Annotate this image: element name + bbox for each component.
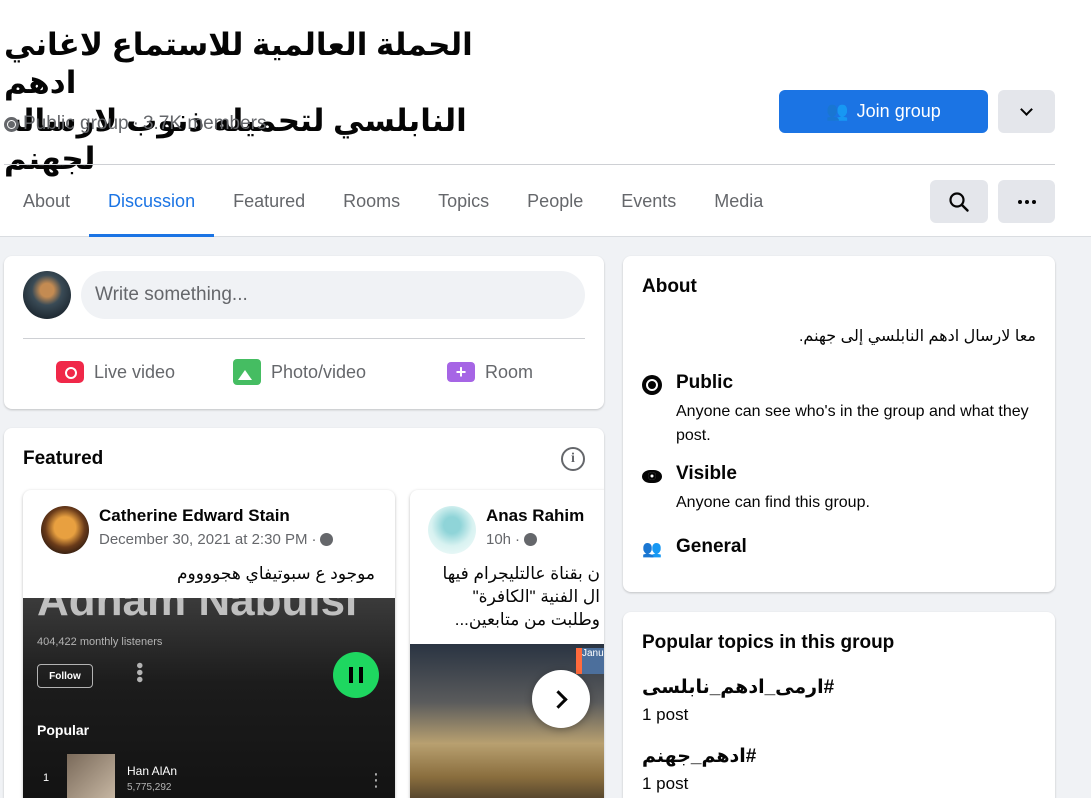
track-plays: 5,775,292 (127, 782, 172, 793)
photo-video-icon (233, 359, 261, 385)
tab-rooms[interactable]: Rooms (324, 165, 419, 237)
topic-item[interactable]: #ادهم_جهنم 1 post (642, 745, 756, 794)
user-avatar[interactable] (23, 271, 71, 319)
post-meta: December 30, 2021 at 2:30 PM · (99, 531, 334, 548)
globe-icon (4, 116, 19, 132)
spotify-embed-image[interactable]: Adham Nabulsi 404,422 monthly listeners … (23, 598, 395, 798)
featured-title: Featured (23, 448, 104, 469)
more-options-dropdown-button[interactable] (998, 90, 1055, 133)
topic-hashtag[interactable]: #ارمى_ادهم_نابلسى (642, 676, 834, 699)
eye-icon (641, 465, 663, 487)
visibility-heading: Visible (676, 463, 737, 484)
topic-post-count: 1 post (642, 705, 689, 724)
post-text-line: ال الفنية "الكافرة" (472, 587, 600, 606)
globe-icon (641, 374, 663, 396)
room-label: Room (485, 361, 534, 382)
about-card: About معا لارسال ادهم النابلسي إلى جهنم.… (623, 256, 1055, 592)
artist-name: Adham Nabulsi (37, 598, 358, 625)
popular-topics-title: Popular topics in this group (642, 632, 895, 653)
tab-topics[interactable]: Topics (419, 165, 508, 237)
chevron-right-icon (549, 689, 568, 709)
separator: · (311, 531, 317, 548)
member-count[interactable]: 3.7K members (143, 113, 267, 135)
globe-icon (320, 533, 334, 546)
track-more-icon: ⋮ (367, 770, 385, 790)
follow-label: Follow (37, 664, 93, 688)
join-group-label: Join group (856, 101, 941, 121)
group-header: الحملة العالمية للاستماع لاغاني ادهم الن… (0, 0, 1091, 237)
search-button[interactable] (930, 180, 988, 223)
post-composer: Write something... Live video Photo/vide… (4, 256, 604, 409)
post-text-line: وطلبت من متابعين... (454, 610, 600, 629)
post-text: ن بقناة عالتليجرام فيها ال الفنية "الكاف… (443, 562, 600, 631)
live-video-label: Live video (94, 361, 176, 382)
privacy-description: Anyone can see who's in the group and wh… (676, 403, 1029, 444)
tab-people[interactable]: People (508, 165, 602, 237)
tab-featured[interactable]: Featured (214, 165, 324, 237)
topic-item[interactable]: #ارمى_ادهم_نابلسى 1 post (642, 676, 834, 725)
group-members-icon: 👥 (826, 101, 849, 121)
info-icon[interactable]: i (561, 447, 585, 471)
tab-media[interactable]: Media (695, 165, 782, 237)
room-icon: + (447, 362, 475, 382)
featured-section: Featured i Catherine Edward Stain Decemb… (4, 428, 604, 798)
tab-events[interactable]: Events (602, 165, 695, 237)
track-rank: 1 (43, 772, 50, 784)
group-tabs: About Discussion Featured Rooms Topics P… (4, 165, 782, 237)
topic-hashtag[interactable]: #ادهم_جهنم (642, 745, 756, 768)
track-title: Han AlAn (127, 764, 178, 778)
post-text-line: ن بقناة عالتليجرام فيها (442, 564, 600, 583)
join-group-button[interactable]: 👥 Join group (779, 90, 988, 133)
tab-discussion[interactable]: Discussion (89, 165, 215, 237)
room-button[interactable]: + Room (447, 354, 533, 390)
post-author[interactable]: Anas Rahim (486, 506, 584, 526)
monthly-listeners: 404,422 monthly listeners (37, 636, 163, 648)
post-meta: 10h · (486, 531, 538, 548)
group-title-line-1: الحملة العالمية للاستماع لاغاني ادهم (4, 27, 473, 100)
track-thumbnail (67, 754, 115, 798)
pause-icon (333, 652, 379, 698)
group-privacy[interactable]: Public group (23, 113, 129, 135)
post-time[interactable]: December 30, 2021 at 2:30 PM (99, 531, 307, 548)
group-info: Public group · 3.7K members (4, 113, 267, 135)
about-title: About (642, 276, 697, 297)
photo-video-button[interactable]: Photo/video (233, 354, 366, 390)
separator: · (132, 113, 139, 134)
about-description: معا لارسال ادهم النابلسي إلى جهنم. (798, 328, 1036, 345)
author-avatar[interactable] (41, 506, 89, 554)
popular-topics-card: Popular topics in this group #ارمى_ادهم_… (623, 612, 1055, 798)
globe-icon (524, 533, 538, 546)
live-video-icon (56, 361, 84, 383)
more-button[interactable] (998, 180, 1055, 223)
more-dots-icon (1017, 199, 1036, 204)
author-avatar[interactable] (428, 506, 476, 554)
popular-heading: Popular (37, 722, 90, 738)
featured-post-card[interactable]: Anas Rahim 10h · ن بقناة عالتليجرام فيها… (410, 490, 604, 798)
chevron-down-icon (1020, 103, 1033, 116)
photo-video-label: Photo/video (271, 361, 367, 382)
group-title: الحملة العالمية للاستماع لاغاني ادهم الن… (4, 26, 524, 178)
post-author[interactable]: Catherine Edward Stain (99, 506, 290, 526)
write-something-input[interactable]: Write something... (81, 271, 585, 319)
group-type-heading: General (676, 536, 747, 557)
topic-post-count: 1 post (642, 774, 689, 793)
tab-about[interactable]: About (4, 165, 89, 237)
more-dots-icon: ••• (128, 662, 150, 684)
image-tag: Janu (576, 648, 604, 674)
composer-divider (23, 338, 585, 339)
privacy-heading: Public (676, 372, 734, 393)
visibility-description: Anyone can find this group. (676, 494, 870, 511)
post-text: موجود ع سبوتيفاي هجووووم (176, 564, 375, 583)
search-icon (949, 191, 969, 212)
carousel-next-button[interactable] (532, 670, 590, 728)
live-video-button[interactable]: Live video (56, 354, 175, 390)
post-time[interactable]: 10h (486, 531, 511, 548)
featured-post-card[interactable]: Catherine Edward Stain December 30, 2021… (23, 490, 395, 798)
separator: · (515, 531, 521, 548)
group-icon: 👥 (642, 541, 662, 558)
